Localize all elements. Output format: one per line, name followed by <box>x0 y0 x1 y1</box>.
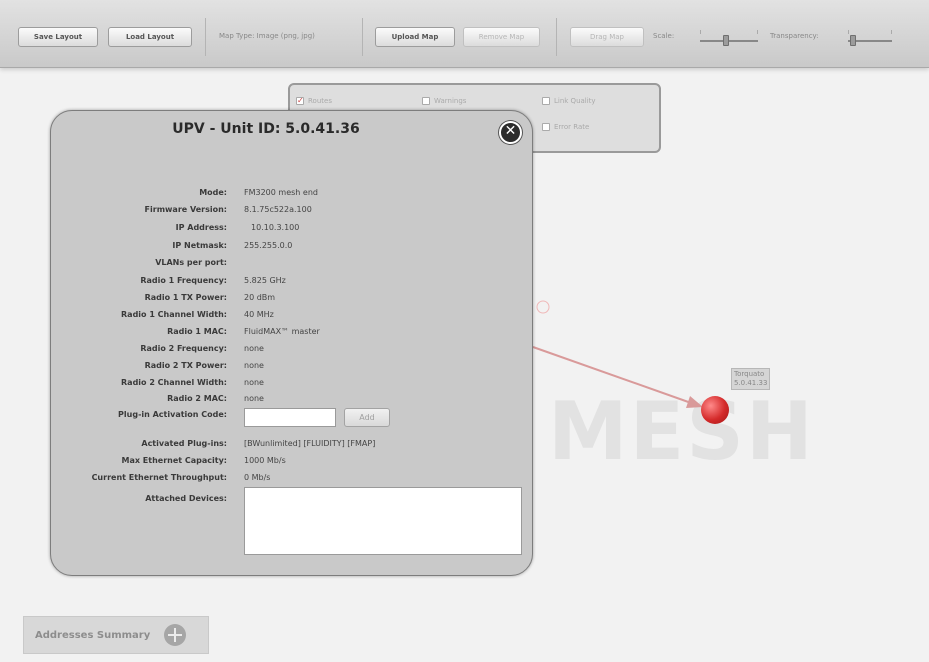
info-row-firmware: Firmware Version: 8.1.75c522a.100 <box>51 203 534 217</box>
info-row-activated: Activated Plug-ins: [BWunlimited] [FLUID… <box>51 437 534 451</box>
info-row-r2-tx: Radio 2 TX Power: none <box>51 359 534 373</box>
max-ethernet-label: Max Ethernet Capacity: <box>121 456 227 465</box>
radio1-frequency-label: Radio 1 Frequency: <box>140 276 227 285</box>
info-row-netmask: IP Netmask: 255.255.0.0 <box>51 239 534 253</box>
mode-label: Mode: <box>199 188 227 197</box>
transparency-label: Transparency: <box>770 32 819 40</box>
warnings-option[interactable]: Warnings <box>422 97 466 105</box>
radio2-channel-width-label: Radio 2 Channel Width: <box>121 378 227 387</box>
warnings-label: Warnings <box>434 97 467 105</box>
link-quality-checkbox[interactable] <box>542 97 550 105</box>
netmask-label: IP Netmask: <box>172 241 227 250</box>
radio2-tx-value: none <box>244 361 264 370</box>
toolbar: Save Layout Load Layout Map Type: Image … <box>0 0 929 68</box>
info-row-r2-cw: Radio 2 Channel Width: none <box>51 376 534 390</box>
max-ethernet-value: 1000 Mb/s <box>244 456 286 465</box>
firmware-label: Firmware Version: <box>144 205 227 214</box>
map-type-label: Map Type: Image (png, jpg) <box>219 32 315 40</box>
scale-slider-handle[interactable] <box>723 35 729 46</box>
scale-label: Scale: <box>653 32 675 40</box>
radio2-frequency-value: none <box>244 344 264 353</box>
netmask-value: 255.255.0.0 <box>244 241 293 250</box>
save-layout-button[interactable]: Save Layout <box>18 27 98 47</box>
radio1-tx-label: Radio 1 TX Power: <box>144 293 227 302</box>
node-id: 5.0.41.33 <box>734 379 768 387</box>
unit-info-dialog: UPV - Unit ID: 5.0.41.36 ✕ Mode: FM3200 … <box>50 110 533 576</box>
radio1-channel-width-value: 40 MHz <box>244 310 274 319</box>
mode-value: FM3200 mesh end <box>244 188 318 197</box>
node-label: Torquato 5.0.41.33 <box>731 368 771 390</box>
warnings-checkbox[interactable] <box>422 97 430 105</box>
addresses-summary-label: Addresses Summary <box>35 629 151 641</box>
firmware-value: 8.1.75c522a.100 <box>244 205 312 214</box>
radio2-mac-label: Radio 2 MAC: <box>167 394 227 403</box>
load-layout-button[interactable]: Load Layout <box>108 27 192 47</box>
plugin-code-input[interactable] <box>244 408 336 427</box>
plus-icon[interactable] <box>164 624 187 646</box>
current-ethernet-label: Current Ethernet Throughput: <box>91 473 227 482</box>
info-row-r1-cw: Radio 1 Channel Width: 40 MHz <box>51 308 534 322</box>
addresses-summary-button[interactable]: Addresses Summary <box>23 616 209 654</box>
transparency-slider-ticks <box>848 30 892 34</box>
info-row-max-eth: Max Ethernet Capacity: 1000 Mb/s <box>51 454 534 468</box>
info-row-vlans: VLANs per port: <box>51 256 534 270</box>
transparency-slider-handle[interactable] <box>850 35 856 46</box>
dialog-title: UPV - Unit ID: 5.0.41.36 <box>172 121 360 137</box>
radio1-channel-width-label: Radio 1 Channel Width: <box>121 310 227 319</box>
toolbar-separator <box>362 18 363 56</box>
info-row-r1-tx: Radio 1 TX Power: 20 dBm <box>51 291 534 305</box>
mesh-watermark: MESH <box>548 385 815 478</box>
upload-map-button[interactable]: Upload Map <box>375 27 455 47</box>
activated-plugins-label: Activated Plug-ins: <box>141 439 227 448</box>
close-icon[interactable]: ✕ <box>499 121 522 144</box>
attached-devices-list[interactable] <box>244 487 522 555</box>
radio1-mac-label: Radio 1 MAC: <box>167 327 227 336</box>
add-button[interactable]: Add <box>344 408 390 427</box>
error-rate-label: Error Rate <box>554 123 590 131</box>
drag-map-button[interactable]: Drag Map <box>570 27 644 47</box>
radio2-frequency-label: Radio 2 Frequency: <box>140 344 227 353</box>
routes-label: Routes <box>308 97 332 105</box>
radio2-mac-value: none <box>244 394 264 403</box>
radio1-tx-value: 20 dBm <box>244 293 276 302</box>
error-rate-checkbox[interactable] <box>542 123 550 131</box>
node-name: Torquato <box>734 370 765 378</box>
info-row-r1-mac: Radio 1 MAC: FluidMAX™ master <box>51 325 534 339</box>
routes-checkbox[interactable] <box>296 97 304 105</box>
info-row-r2-freq: Radio 2 Frequency: none <box>51 342 534 356</box>
current-ethernet-value: 0 Mb/s <box>244 473 271 482</box>
routes-option[interactable]: Routes <box>296 97 332 105</box>
remove-map-button[interactable]: Remove Map <box>463 27 540 47</box>
info-row-mode: Mode: FM3200 mesh end <box>51 186 534 200</box>
vlans-label: VLANs per port: <box>155 258 227 267</box>
radio1-mac-value: FluidMAX™ master <box>244 327 320 336</box>
plugin-code-label: Plug-in Activation Code: <box>118 410 227 419</box>
toolbar-separator <box>556 18 557 56</box>
radio1-frequency-value: 5.825 GHz <box>244 276 286 285</box>
info-row-cur-eth: Current Ethernet Throughput: 0 Mb/s <box>51 471 534 485</box>
ip-value: 10.10.3.100 <box>251 223 300 232</box>
info-row-ip: IP Address: 10.10.3.100 <box>51 221 534 235</box>
mesh-node[interactable] <box>701 396 729 424</box>
toolbar-separator <box>205 18 206 56</box>
scale-slider[interactable] <box>700 40 758 42</box>
error-rate-option[interactable]: Error Rate <box>542 123 589 131</box>
info-row-r2-mac: Radio 2 MAC: none <box>51 392 534 406</box>
attached-devices-label: Attached Devices: <box>145 494 227 503</box>
radio2-channel-width-value: none <box>244 378 264 387</box>
ip-label: IP Address: <box>175 223 227 232</box>
scale-slider-ticks <box>700 30 758 34</box>
link-quality-label: Link Quality <box>554 97 596 105</box>
activated-plugins-value: [BWunlimited] [FLUIDITY] [FMAP] <box>244 439 376 448</box>
link-quality-option[interactable]: Link Quality <box>542 97 596 105</box>
radio2-tx-label: Radio 2 TX Power: <box>144 361 227 370</box>
info-row-r1-freq: Radio 1 Frequency: 5.825 GHz <box>51 274 534 288</box>
